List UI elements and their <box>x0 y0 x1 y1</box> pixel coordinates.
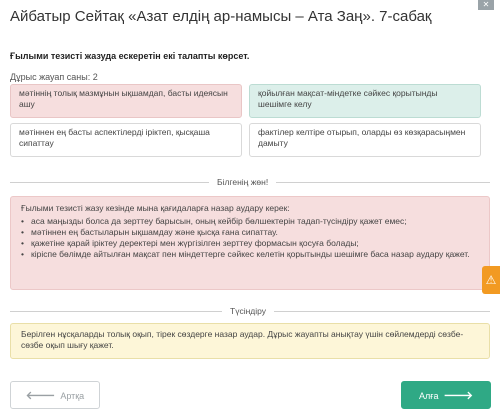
answer-option-4[interactable]: фактілер келтіре отырып, оларды өз көзқа… <box>249 123 481 157</box>
question-text: Ғылыми тезисті жазуда ескеретін екі тала… <box>10 51 250 61</box>
close-icon[interactable]: ✕ <box>478 0 494 10</box>
page-title: Айбатыр Сейтақ «Азат елдің ар-намысы – А… <box>10 8 432 25</box>
answer-option-3[interactable]: мәтіннен ең басты аспектілерді іріктеп, … <box>10 123 242 157</box>
know-item: мәтіннен ең бастыларын ықшамдау және қыс… <box>21 227 479 238</box>
know-section: Ғылыми тезисті жазу кезінде мына қағидал… <box>10 196 490 290</box>
explain-text: Берілген нұсқаларды толық оқып, тірек сө… <box>21 329 464 350</box>
explain-divider-label: Түсіндіру <box>222 306 275 316</box>
back-button[interactable]: 🡐 Артқа <box>10 381 100 409</box>
explain-section: Берілген нұсқаларды толық оқып, тірек сө… <box>10 323 490 359</box>
arrow-right-icon: 🡒 <box>443 390 474 402</box>
know-item: аса маңызды болса да зерттеу барысын, он… <box>21 216 479 227</box>
know-divider-label: Білгенің жөн! <box>209 177 277 187</box>
warning-icon[interactable]: ⚠ <box>482 266 500 294</box>
answer-option-1[interactable]: мәтіннің толық мазмұнын ықшамдап, басты … <box>10 84 242 118</box>
next-button-label: Алға <box>418 391 439 401</box>
answer-option-2[interactable]: қойылған мақсат-міндетке сәйкес қорытынд… <box>249 84 481 118</box>
know-item: қажетіне қарай іріктеу деректері мен жүр… <box>21 238 479 249</box>
know-list: аса маңызды болса да зерттеу барысын, он… <box>21 216 479 260</box>
know-item: кіріспе бөлімде айтылған мақсат пен мінд… <box>21 249 479 260</box>
answers-count: Дұрыс жауап саны: 2 <box>10 72 98 82</box>
next-button[interactable]: Алға 🡒 <box>401 381 491 409</box>
arrow-left-icon: 🡐 <box>25 390 56 402</box>
know-heading: Ғылыми тезисті жазу кезінде мына қағидал… <box>21 203 290 213</box>
back-button-label: Артқа <box>60 391 85 401</box>
